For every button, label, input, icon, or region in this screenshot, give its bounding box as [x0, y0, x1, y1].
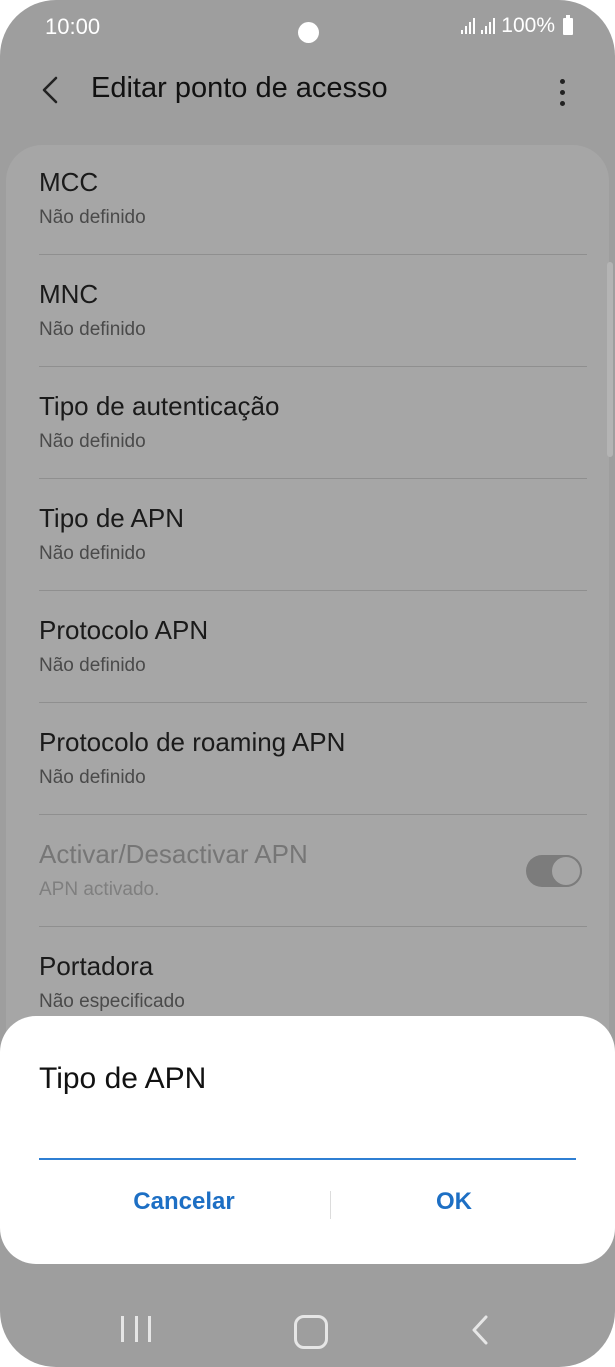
divider — [39, 478, 587, 479]
setting-value: Não definido — [39, 319, 146, 340]
more-options-icon[interactable] — [547, 72, 577, 112]
divider — [39, 254, 587, 255]
setting-value: Não definido — [39, 431, 146, 452]
setting-item-apn-protocol[interactable]: Protocolo APN Não definido — [39, 593, 586, 705]
setting-value: Não definido — [39, 207, 146, 228]
divider — [39, 702, 587, 703]
phone-screen: 10:00 100% Editar ponto de acesso MCC Nã… — [0, 0, 615, 1367]
home-icon[interactable] — [294, 1315, 328, 1349]
nav-back-icon[interactable] — [465, 1314, 495, 1346]
app-bar: Editar ponto de acesso — [0, 56, 615, 146]
scrollbar[interactable] — [607, 262, 613, 457]
divider — [39, 926, 587, 927]
setting-title: MCC — [39, 167, 99, 197]
signal-icon-2 — [481, 18, 496, 34]
divider — [39, 814, 587, 815]
setting-value: Não definido — [39, 767, 146, 788]
setting-title: Protocolo APN — [39, 615, 209, 645]
divider — [39, 590, 587, 591]
setting-item-roaming-protocol[interactable]: Protocolo de roaming APN Não definido — [39, 705, 586, 817]
status-time: 10:00 — [45, 14, 101, 39]
signal-icon — [461, 18, 476, 34]
dialog-title: Tipo de APN — [39, 1062, 207, 1095]
status-bar: 10:00 100% — [0, 0, 615, 56]
apn-type-dialog: Tipo de APN Cancelar OK — [0, 1016, 615, 1264]
setting-item-mcc[interactable]: MCC Não definido — [39, 145, 586, 257]
setting-value: Não especificado — [39, 991, 185, 1012]
setting-item-mnc[interactable]: MNC Não definido — [39, 257, 586, 369]
cancel-button[interactable]: Cancelar — [84, 1188, 284, 1216]
setting-item-auth-type[interactable]: Tipo de autenticação Não definido — [39, 369, 586, 481]
setting-title: Activar/Desactivar APN — [39, 839, 308, 869]
setting-value: Não definido — [39, 543, 146, 564]
battery-icon — [563, 14, 573, 35]
settings-list: MCC Não definido MNC Não definido Tipo d… — [6, 145, 609, 1145]
recent-apps-icon[interactable] — [121, 1316, 151, 1342]
setting-title: MNC — [39, 279, 99, 309]
back-arrow-icon[interactable] — [32, 70, 72, 110]
battery-percent: 100% — [501, 14, 555, 37]
ok-button[interactable]: OK — [354, 1188, 554, 1216]
front-camera — [298, 22, 319, 43]
page-title: Editar ponto de acesso — [91, 72, 388, 104]
setting-item-apn-enable[interactable]: Activar/Desactivar APN APN activado. — [39, 817, 586, 929]
divider — [39, 366, 587, 367]
navigation-bar — [0, 1264, 615, 1367]
setting-title: Tipo de autenticação — [39, 391, 280, 421]
setting-value: Não definido — [39, 655, 146, 676]
setting-item-apn-type[interactable]: Tipo de APN Não definido — [39, 481, 586, 593]
setting-title: Tipo de APN — [39, 503, 185, 533]
toggle-knob — [550, 855, 582, 887]
setting-title: Protocolo de roaming APN — [39, 727, 346, 757]
button-divider — [330, 1191, 331, 1219]
apn-type-input[interactable] — [39, 1120, 576, 1160]
status-right: 100% — [461, 14, 573, 38]
setting-value: APN activado. — [39, 879, 160, 900]
apn-enable-toggle[interactable] — [526, 855, 582, 887]
setting-title: Portadora — [39, 951, 154, 981]
